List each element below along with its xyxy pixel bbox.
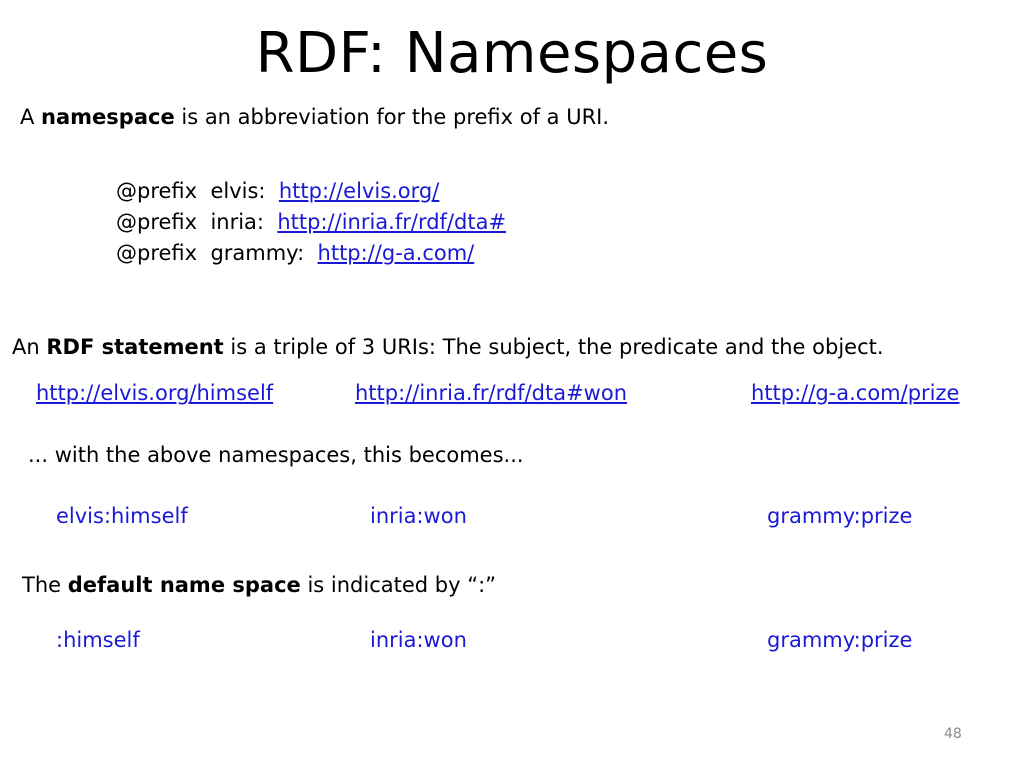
triple-subject-uri[interactable]: http://elvis.org/himself (36, 379, 273, 407)
default-term: default name space (67, 573, 301, 597)
rdf-statement-definition: An RDF statement is a triple of 3 URIs: … (12, 333, 884, 361)
prefix-name: elvis: (210, 179, 266, 203)
prefix-name: inria: (210, 210, 264, 234)
transition-text: ... with the above namespaces, this beco… (28, 443, 524, 467)
intro-term: namespace (41, 105, 175, 129)
intro-post: is an abbreviation for the prefix of a U… (174, 105, 610, 129)
default-predicate: inria:won (370, 628, 467, 652)
prefix-declaration-grammy: @prefix grammy: http://g-a.com/ (116, 239, 474, 267)
statement-term: RDF statement (46, 335, 224, 359)
default-subject: :himself (56, 628, 140, 652)
prefixed-predicate: inria:won (370, 504, 467, 528)
default-namespace-definition: The default name space is indicated by “… (22, 571, 496, 599)
prefix-keyword: @prefix (116, 179, 198, 203)
prefix-uri-link[interactable]: http://g-a.com/ (318, 241, 475, 265)
default-post: is indicated by “:” (300, 573, 497, 597)
intro-pre: A (20, 105, 42, 129)
namespace-definition: A namespace is an abbreviation for the p… (20, 103, 609, 131)
prefix-declaration-inria: @prefix inria: http://inria.fr/rdf/dta# (116, 208, 506, 236)
statement-pre: An (12, 335, 47, 359)
triple-predicate-uri[interactable]: http://inria.fr/rdf/dta#won (355, 379, 627, 407)
prefix-declaration-elvis: @prefix elvis: http://elvis.org/ (116, 177, 439, 205)
prefix-name: grammy: (210, 241, 305, 265)
triple-object-uri[interactable]: http://g-a.com/prize (751, 379, 959, 407)
slide-title: RDF: Namespaces (255, 21, 769, 86)
default-object: grammy:prize (767, 628, 913, 652)
statement-post: is a triple of 3 URIs: The subject, the … (223, 335, 884, 359)
prefix-keyword: @prefix (116, 210, 198, 234)
prefix-keyword: @prefix (116, 241, 198, 265)
prefix-uri-link[interactable]: http://inria.fr/rdf/dta# (277, 210, 506, 234)
prefix-uri-link[interactable]: http://elvis.org/ (279, 179, 439, 203)
slide-number: 48 (944, 726, 962, 742)
prefixed-subject: elvis:himself (56, 504, 188, 528)
default-pre: The (22, 573, 68, 597)
prefixed-object: grammy:prize (767, 504, 913, 528)
